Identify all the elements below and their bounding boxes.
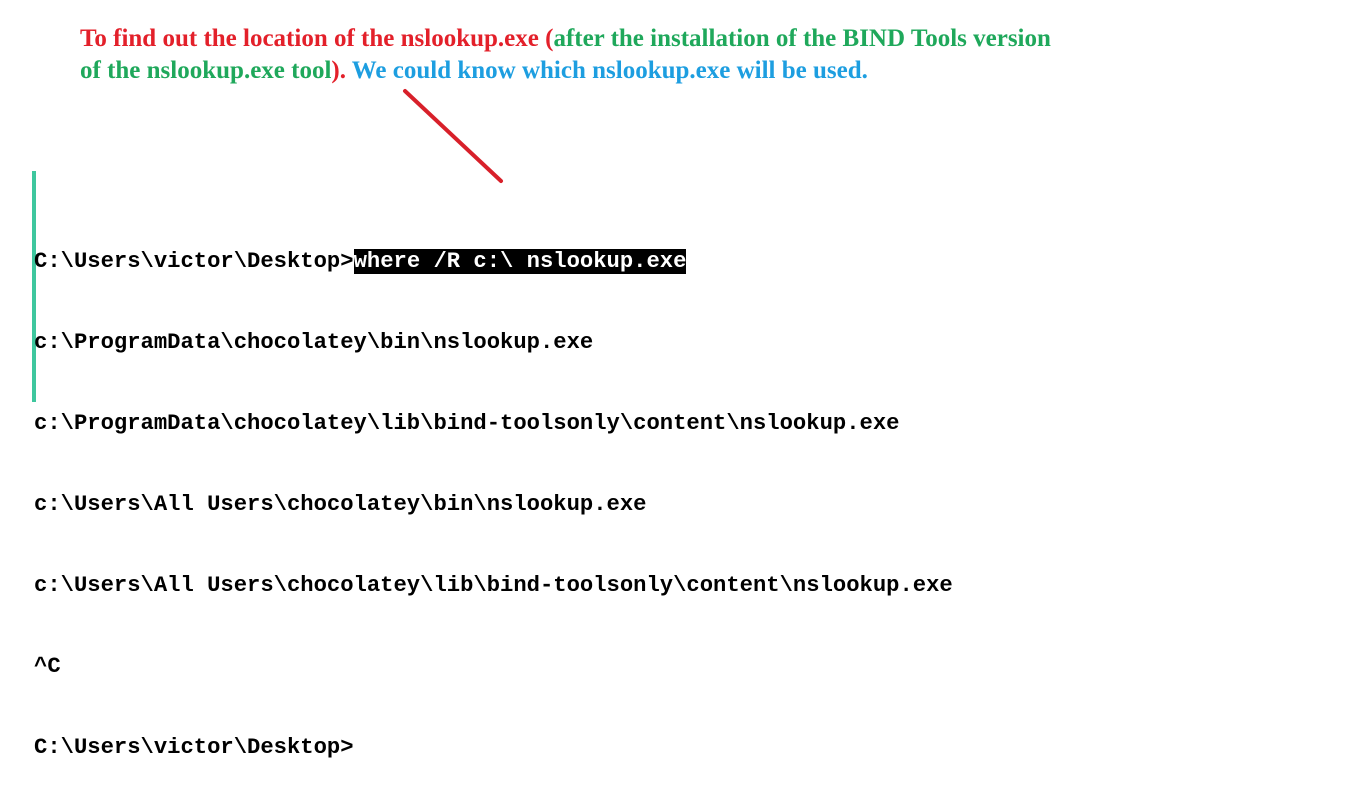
annotation-text: To find out the location of the nslookup… bbox=[80, 23, 1051, 87]
output-line: c:\Users\All Users\chocolatey\bin\nslook… bbox=[34, 492, 647, 517]
annotation-green-text-2: of the nslookup.exe tool bbox=[80, 57, 332, 84]
annotation-line-2: of the nslookup.exe tool). We could know… bbox=[80, 55, 1051, 87]
output-line: c:\ProgramData\chocolatey\bin\nslookup.e… bbox=[34, 330, 594, 355]
output-line: c:\ProgramData\chocolatey\lib\bind-tools… bbox=[34, 411, 900, 436]
annotation-red-text: To find out the location of the nslookup… bbox=[80, 25, 554, 52]
output-line: c:\Users\All Users\chocolatey\lib\bind-t… bbox=[34, 573, 953, 598]
annotation-green-text: after the installation of the BIND Tools… bbox=[553, 25, 1051, 52]
command-line: C:\Users\victor\Desktop>where /R c:\ nsl… bbox=[34, 248, 953, 275]
annotation-line-1: To find out the location of the nslookup… bbox=[80, 23, 1051, 55]
highlighted-command[interactable]: where /R c:\ nslookup.exe bbox=[353, 249, 687, 274]
command-prompt: C:\Users\victor\Desktop> bbox=[34, 249, 354, 274]
final-prompt[interactable]: C:\Users\victor\Desktop> bbox=[34, 734, 953, 761]
console-output: C:\Users\victor\Desktop>where /R c:\ nsl… bbox=[34, 194, 953, 788]
output-line: ^C bbox=[34, 654, 61, 679]
annotation-red-text-2: ). bbox=[331, 57, 346, 84]
arrow-line bbox=[403, 89, 503, 183]
annotation-blue-text: We could know which nslookup.exe will be… bbox=[345, 57, 868, 84]
